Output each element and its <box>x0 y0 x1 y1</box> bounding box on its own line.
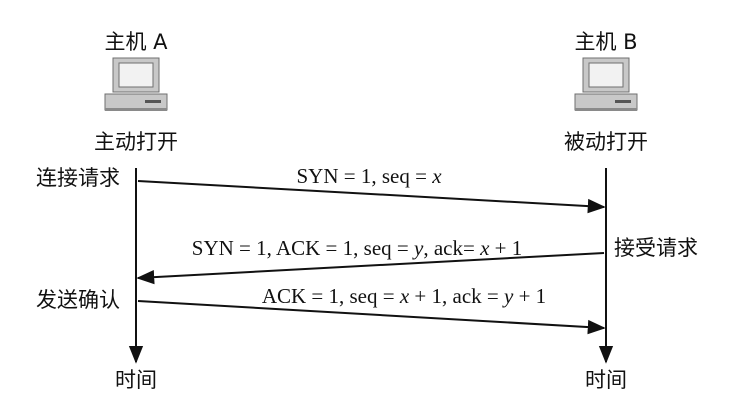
host-a-time-label: 时间 <box>115 368 157 392</box>
message-1-part-1: y <box>412 236 424 260</box>
message-1-part-4: + 1 <box>489 236 522 260</box>
host-b-role: 被动打开 <box>564 130 648 154</box>
message-label-ack: ACK = 1, seq = x + 1, ack = y + 1 <box>262 284 546 308</box>
message-label-syn-ack: SYN = 1, ACK = 1, seq = y, ack= x + 1 <box>192 236 522 260</box>
message-2-part-0: ACK = 1, seq = <box>262 284 400 308</box>
message-1-part-0: SYN = 1, ACK = 1, seq = <box>192 236 414 260</box>
message-0-part-1: x <box>431 164 442 188</box>
host-b-computer-icon <box>574 57 638 111</box>
host-b-event-accept-request: 接受请求 <box>614 236 698 260</box>
tcp-three-way-handshake-diagram: 主机 A 主动打开 主机 B 被动打开 连接请求 发送确认 接受请求 SYN =… <box>0 0 736 414</box>
diagram-canvas: 主机 A 主动打开 主机 B 被动打开 连接请求 发送确认 接受请求 SYN =… <box>36 30 698 392</box>
message-2-part-2: + 1, ack = <box>409 284 504 308</box>
message-0-part-0: SYN = 1, seq = <box>296 164 432 188</box>
host-a-event-connect-request: 连接请求 <box>36 166 120 190</box>
host-a-role: 主动打开 <box>94 130 178 154</box>
host-a-title: 主机 A <box>104 30 168 54</box>
message-1-part-2: , ack= <box>423 236 480 260</box>
host-a-event-send-confirm: 发送确认 <box>36 288 120 312</box>
host-b-time-label: 时间 <box>585 368 627 392</box>
host-a-computer-icon <box>104 57 168 111</box>
message-2-part-4: + 1 <box>513 284 546 308</box>
host-b-title: 主机 B <box>574 30 637 54</box>
message-2-part-3: y <box>502 284 514 308</box>
message-label-syn: SYN = 1, seq = x <box>296 164 442 188</box>
